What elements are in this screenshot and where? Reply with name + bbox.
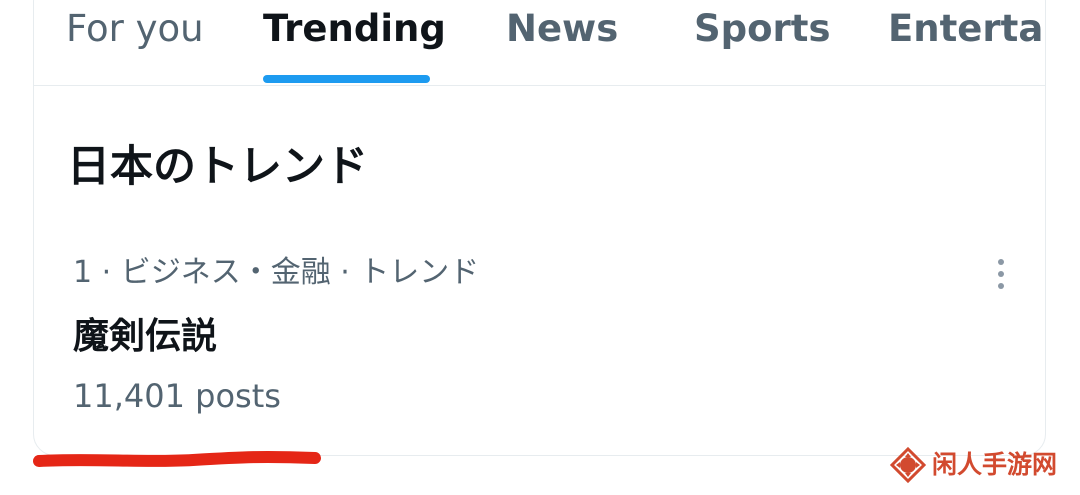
watermark-text: 闲人手游网 [932, 450, 1058, 479]
active-tab-indicator [263, 75, 430, 83]
explore-card: For you Trending News Sports Entertai 日本… [33, 0, 1046, 456]
trend-meta: 1 · ビジネス・金融 · トレンド [73, 255, 480, 290]
page: For you Trending News Sports Entertai 日本… [0, 0, 1080, 495]
trend-post-count: 11,401 posts [73, 377, 281, 415]
watermark: 闲人手游网 [888, 445, 1068, 485]
trend-name[interactable]: 魔剣伝説 [73, 316, 217, 358]
tab-entertainment[interactable]: Entertai [888, 7, 1045, 51]
tab-news[interactable]: News [506, 7, 618, 51]
tab-sports[interactable]: Sports [694, 7, 831, 51]
diamond-logo-icon [889, 446, 927, 484]
tab-for-you[interactable]: For you [66, 7, 204, 51]
more-vertical-icon[interactable] [989, 257, 1013, 291]
red-underline-annotation [33, 450, 321, 467]
section-title: 日本のトレンド [67, 142, 368, 192]
tab-trending[interactable]: Trending [263, 7, 446, 51]
tab-bar: For you Trending News Sports Entertai [34, 1, 1045, 86]
